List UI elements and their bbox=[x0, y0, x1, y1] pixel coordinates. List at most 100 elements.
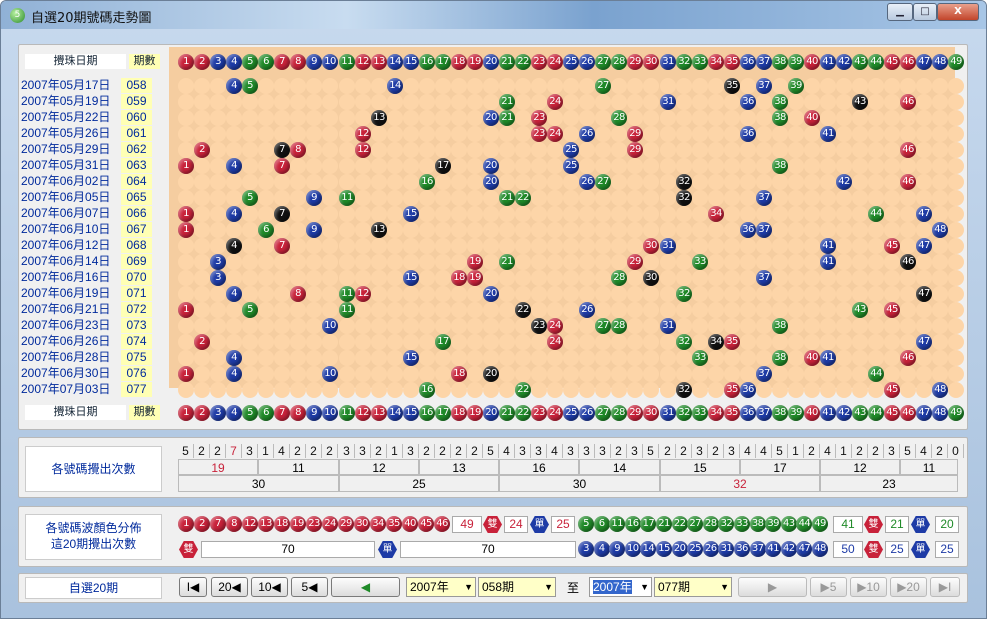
forward-10-button[interactable]: ▶10 bbox=[850, 577, 887, 597]
empty-cell bbox=[194, 78, 210, 94]
draw-period: 064 bbox=[121, 174, 152, 189]
empty-cell bbox=[676, 366, 692, 382]
last-button[interactable]: ▶I bbox=[930, 577, 960, 597]
empty-cell bbox=[932, 158, 948, 174]
empty-cell bbox=[355, 334, 371, 350]
back-20-button[interactable]: 20◀ bbox=[211, 577, 248, 597]
empty-cell bbox=[355, 270, 371, 286]
empty-cell bbox=[788, 110, 804, 126]
footer-ball-22: 22 bbox=[515, 405, 531, 421]
drawn-ball: 37 bbox=[756, 222, 772, 238]
empty-cell bbox=[483, 222, 499, 238]
from-period-select[interactable]: 058期 ▼ bbox=[478, 577, 556, 597]
empty-cell bbox=[242, 94, 258, 110]
empty-cell bbox=[419, 366, 435, 382]
empty-cell bbox=[676, 110, 692, 126]
empty-cell bbox=[274, 190, 290, 206]
all-even-count: 70 bbox=[201, 541, 375, 558]
empty-cell bbox=[916, 174, 932, 190]
empty-cell bbox=[451, 334, 467, 350]
empty-cell bbox=[708, 190, 724, 206]
empty-cell bbox=[852, 174, 868, 190]
empty-cell bbox=[740, 334, 756, 350]
blue-ball-26: 26 bbox=[702, 541, 719, 557]
empty-cell bbox=[290, 78, 306, 94]
footer-ball-8: 8 bbox=[290, 405, 306, 421]
back-5-button[interactable]: 5◀ bbox=[291, 577, 328, 597]
empty-cell bbox=[322, 286, 338, 302]
drawn-ball: 40 bbox=[804, 110, 820, 126]
empty-cell bbox=[419, 78, 435, 94]
empty-cell bbox=[884, 254, 900, 270]
empty-cell bbox=[852, 318, 868, 334]
empty-cell bbox=[435, 110, 451, 126]
empty-cell bbox=[595, 222, 611, 238]
to-year-select[interactable]: 2007年 ▼ bbox=[589, 577, 652, 597]
from-year-select[interactable]: 2007年 ▼ bbox=[406, 577, 476, 597]
empty-cell bbox=[916, 94, 932, 110]
back-10-button[interactable]: 10◀ bbox=[251, 577, 288, 597]
empty-cell bbox=[772, 366, 788, 382]
first-button[interactable]: I◀ bbox=[179, 577, 207, 597]
back-1-button[interactable]: ◀ bbox=[331, 577, 400, 597]
count-cell: 3 bbox=[579, 444, 595, 458]
empty-cell bbox=[611, 254, 627, 270]
empty-cell bbox=[852, 270, 868, 286]
empty-cell bbox=[595, 382, 611, 398]
empty-cell bbox=[836, 126, 852, 142]
forward-5-button[interactable]: ▶5 bbox=[810, 577, 847, 597]
drawn-ball: 33 bbox=[692, 254, 708, 270]
empty-cell bbox=[467, 110, 483, 126]
empty-cell bbox=[403, 318, 419, 334]
empty-cell bbox=[242, 254, 258, 270]
count-cell: 3 bbox=[515, 444, 531, 458]
empty-cell bbox=[467, 238, 483, 254]
empty-cell bbox=[178, 254, 194, 270]
minimize-button[interactable]: ▁ bbox=[887, 3, 913, 21]
empty-cell bbox=[499, 206, 515, 222]
empty-cell bbox=[499, 78, 515, 94]
maximize-button[interactable]: □ bbox=[913, 3, 937, 21]
empty-cell bbox=[403, 78, 419, 94]
empty-cell bbox=[916, 78, 932, 94]
empty-cell bbox=[884, 158, 900, 174]
close-button[interactable]: X bbox=[937, 3, 979, 21]
empty-cell bbox=[290, 382, 306, 398]
empty-cell bbox=[290, 366, 306, 382]
count-cell: 1 bbox=[387, 444, 403, 458]
empty-cell bbox=[387, 270, 403, 286]
blue-ball-4: 4 bbox=[593, 541, 610, 557]
empty-cell bbox=[627, 270, 643, 286]
group5-cell: 14 bbox=[579, 459, 660, 475]
forward-1-button[interactable]: ▶ bbox=[738, 577, 807, 597]
draw-period: 060 bbox=[121, 110, 152, 125]
empty-cell bbox=[836, 254, 852, 270]
empty-cell bbox=[547, 110, 563, 126]
empty-cell bbox=[660, 366, 676, 382]
title-bar[interactable]: 5 自選20期號碼走勢圖 ▁ □ X bbox=[1, 1, 986, 29]
green-ball-49: 49 bbox=[812, 516, 828, 532]
empty-cell bbox=[724, 190, 740, 206]
empty-cell bbox=[740, 350, 756, 366]
footer-ball-28: 28 bbox=[611, 405, 627, 421]
empty-cell bbox=[499, 142, 515, 158]
empty-cell bbox=[611, 206, 627, 222]
forward-20-button[interactable]: ▶20 bbox=[890, 577, 927, 597]
empty-cell bbox=[643, 174, 659, 190]
drawn-ball: 7 bbox=[274, 158, 290, 174]
empty-cell bbox=[836, 142, 852, 158]
empty-cell bbox=[531, 334, 547, 350]
empty-cell bbox=[451, 110, 467, 126]
drawn-ball: 29 bbox=[627, 142, 643, 158]
footer-ball-4: 4 bbox=[226, 405, 242, 421]
to-period-select[interactable]: 077期 ▼ bbox=[654, 577, 732, 597]
empty-cell bbox=[627, 302, 643, 318]
empty-cell bbox=[692, 222, 708, 238]
drawn-ball: 24 bbox=[547, 318, 563, 334]
empty-cell bbox=[660, 302, 676, 318]
count-cell: 2 bbox=[868, 444, 884, 458]
empty-cell bbox=[868, 142, 884, 158]
empty-cell bbox=[242, 142, 258, 158]
drawn-ball: 46 bbox=[900, 254, 916, 270]
footer-ball-32: 32 bbox=[676, 405, 692, 421]
